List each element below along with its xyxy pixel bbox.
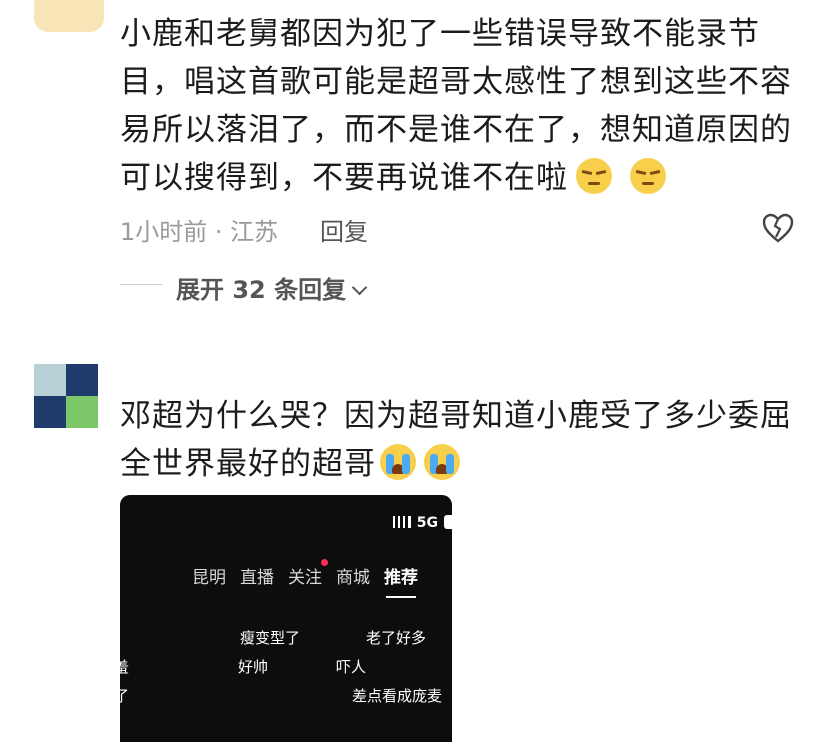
tab-live: 直播	[240, 568, 274, 588]
crying-emoji-icon	[380, 444, 416, 480]
danmaku-text: 了	[120, 687, 130, 705]
notification-dot	[321, 559, 328, 566]
broken-heart-icon[interactable]	[762, 213, 794, 243]
signal-icon	[392, 516, 411, 528]
expand-replies-label: 展开 32 条回复	[176, 276, 347, 304]
tab-following: 关注	[288, 559, 328, 588]
expand-replies-button[interactable]: 展开 32 条回复	[176, 270, 368, 305]
comment-time-location: 1小时前 · 江苏	[120, 218, 279, 246]
smirk-emoji-icon	[630, 158, 666, 194]
avatar[interactable]	[34, 364, 98, 428]
danmaku-text: 吓人	[336, 658, 367, 676]
battery-icon	[444, 515, 452, 529]
comment-text: 邓超为什么哭？因为超哥知道小鹿受了多少委屈 全世界最好的超哥	[120, 392, 810, 488]
reply-button[interactable]: 回复	[320, 212, 368, 247]
tab-following-label: 关注	[288, 568, 322, 588]
comment-text: 小鹿和老舅都因为犯了一些错误导致不能录节目，唱这首歌可能是超哥太感性了想到这些不…	[120, 10, 800, 202]
divider	[120, 284, 162, 285]
danmaku-text: 老了好多	[366, 629, 427, 647]
network-label: 5G	[416, 515, 438, 531]
tab-mall: 商城	[336, 568, 370, 588]
comment-body: 小鹿和老舅都因为犯了一些错误导致不能录节目，唱这首歌可能是超哥太感性了想到这些不…	[120, 16, 792, 196]
tab-kunming: 昆明	[192, 568, 226, 588]
tab-recommend: 推荐	[384, 563, 418, 598]
danmaku-text: 羞	[120, 658, 130, 676]
comment-image[interactable]: 5G 昆明 直播 关注 商城 推荐 瘦变型了 老了好多 好帅 吓人 差点看成庞麦…	[120, 495, 452, 742]
status-bar: 5G	[392, 515, 452, 531]
chevron-down-icon	[351, 279, 368, 296]
video-nav-tabs: 昆明 直播 关注 商城 推荐	[192, 559, 418, 598]
avatar[interactable]	[34, 0, 104, 32]
smirk-emoji-icon	[576, 158, 612, 194]
danmaku-text: 瘦变型了	[240, 629, 301, 647]
danmaku-text: 差点看成庞麦	[352, 687, 443, 705]
crying-emoji-icon	[424, 444, 460, 480]
danmaku-text: 好帅	[238, 658, 269, 676]
